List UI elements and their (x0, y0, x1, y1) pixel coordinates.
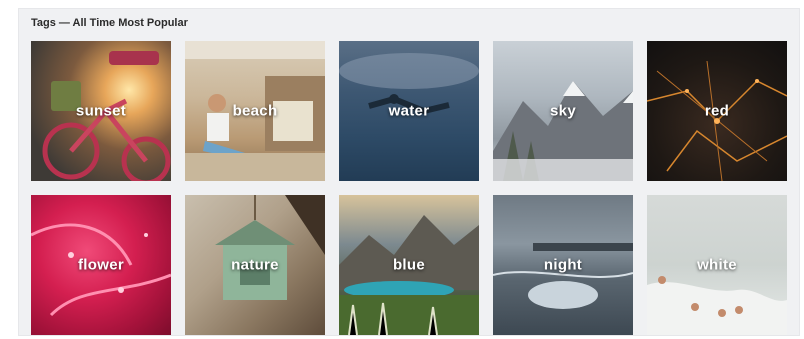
section-title: Tags — All Time Most Popular (31, 17, 188, 29)
tag-tile-red[interactable]: red (647, 41, 787, 181)
tag-label: nature (231, 256, 279, 274)
tags-panel: Tags — All Time Most Popular sunset beac… (18, 8, 800, 336)
tag-tile-beach[interactable]: beach (185, 41, 325, 181)
tag-tile-night[interactable]: night (493, 195, 633, 335)
tag-tile-sunset[interactable]: sunset (31, 41, 171, 181)
tag-tile-nature[interactable]: nature (185, 195, 325, 335)
tag-tile-water[interactable]: water (339, 41, 479, 181)
tag-tile-white[interactable]: white (647, 195, 787, 335)
tag-tile-flower[interactable]: flower (31, 195, 171, 335)
tag-label: red (704, 102, 730, 120)
tag-label: white (697, 256, 737, 274)
tag-tile-blue[interactable]: blue (339, 195, 479, 335)
tag-label: flower (78, 256, 124, 274)
tag-tile-sky[interactable]: sky (493, 41, 633, 181)
tag-label: night (543, 256, 583, 274)
tag-label: sky (550, 102, 576, 120)
tag-label: blue (392, 256, 426, 274)
tag-label: sunset (75, 102, 127, 120)
tag-label: water (388, 102, 430, 120)
tag-label: beach (232, 102, 278, 120)
